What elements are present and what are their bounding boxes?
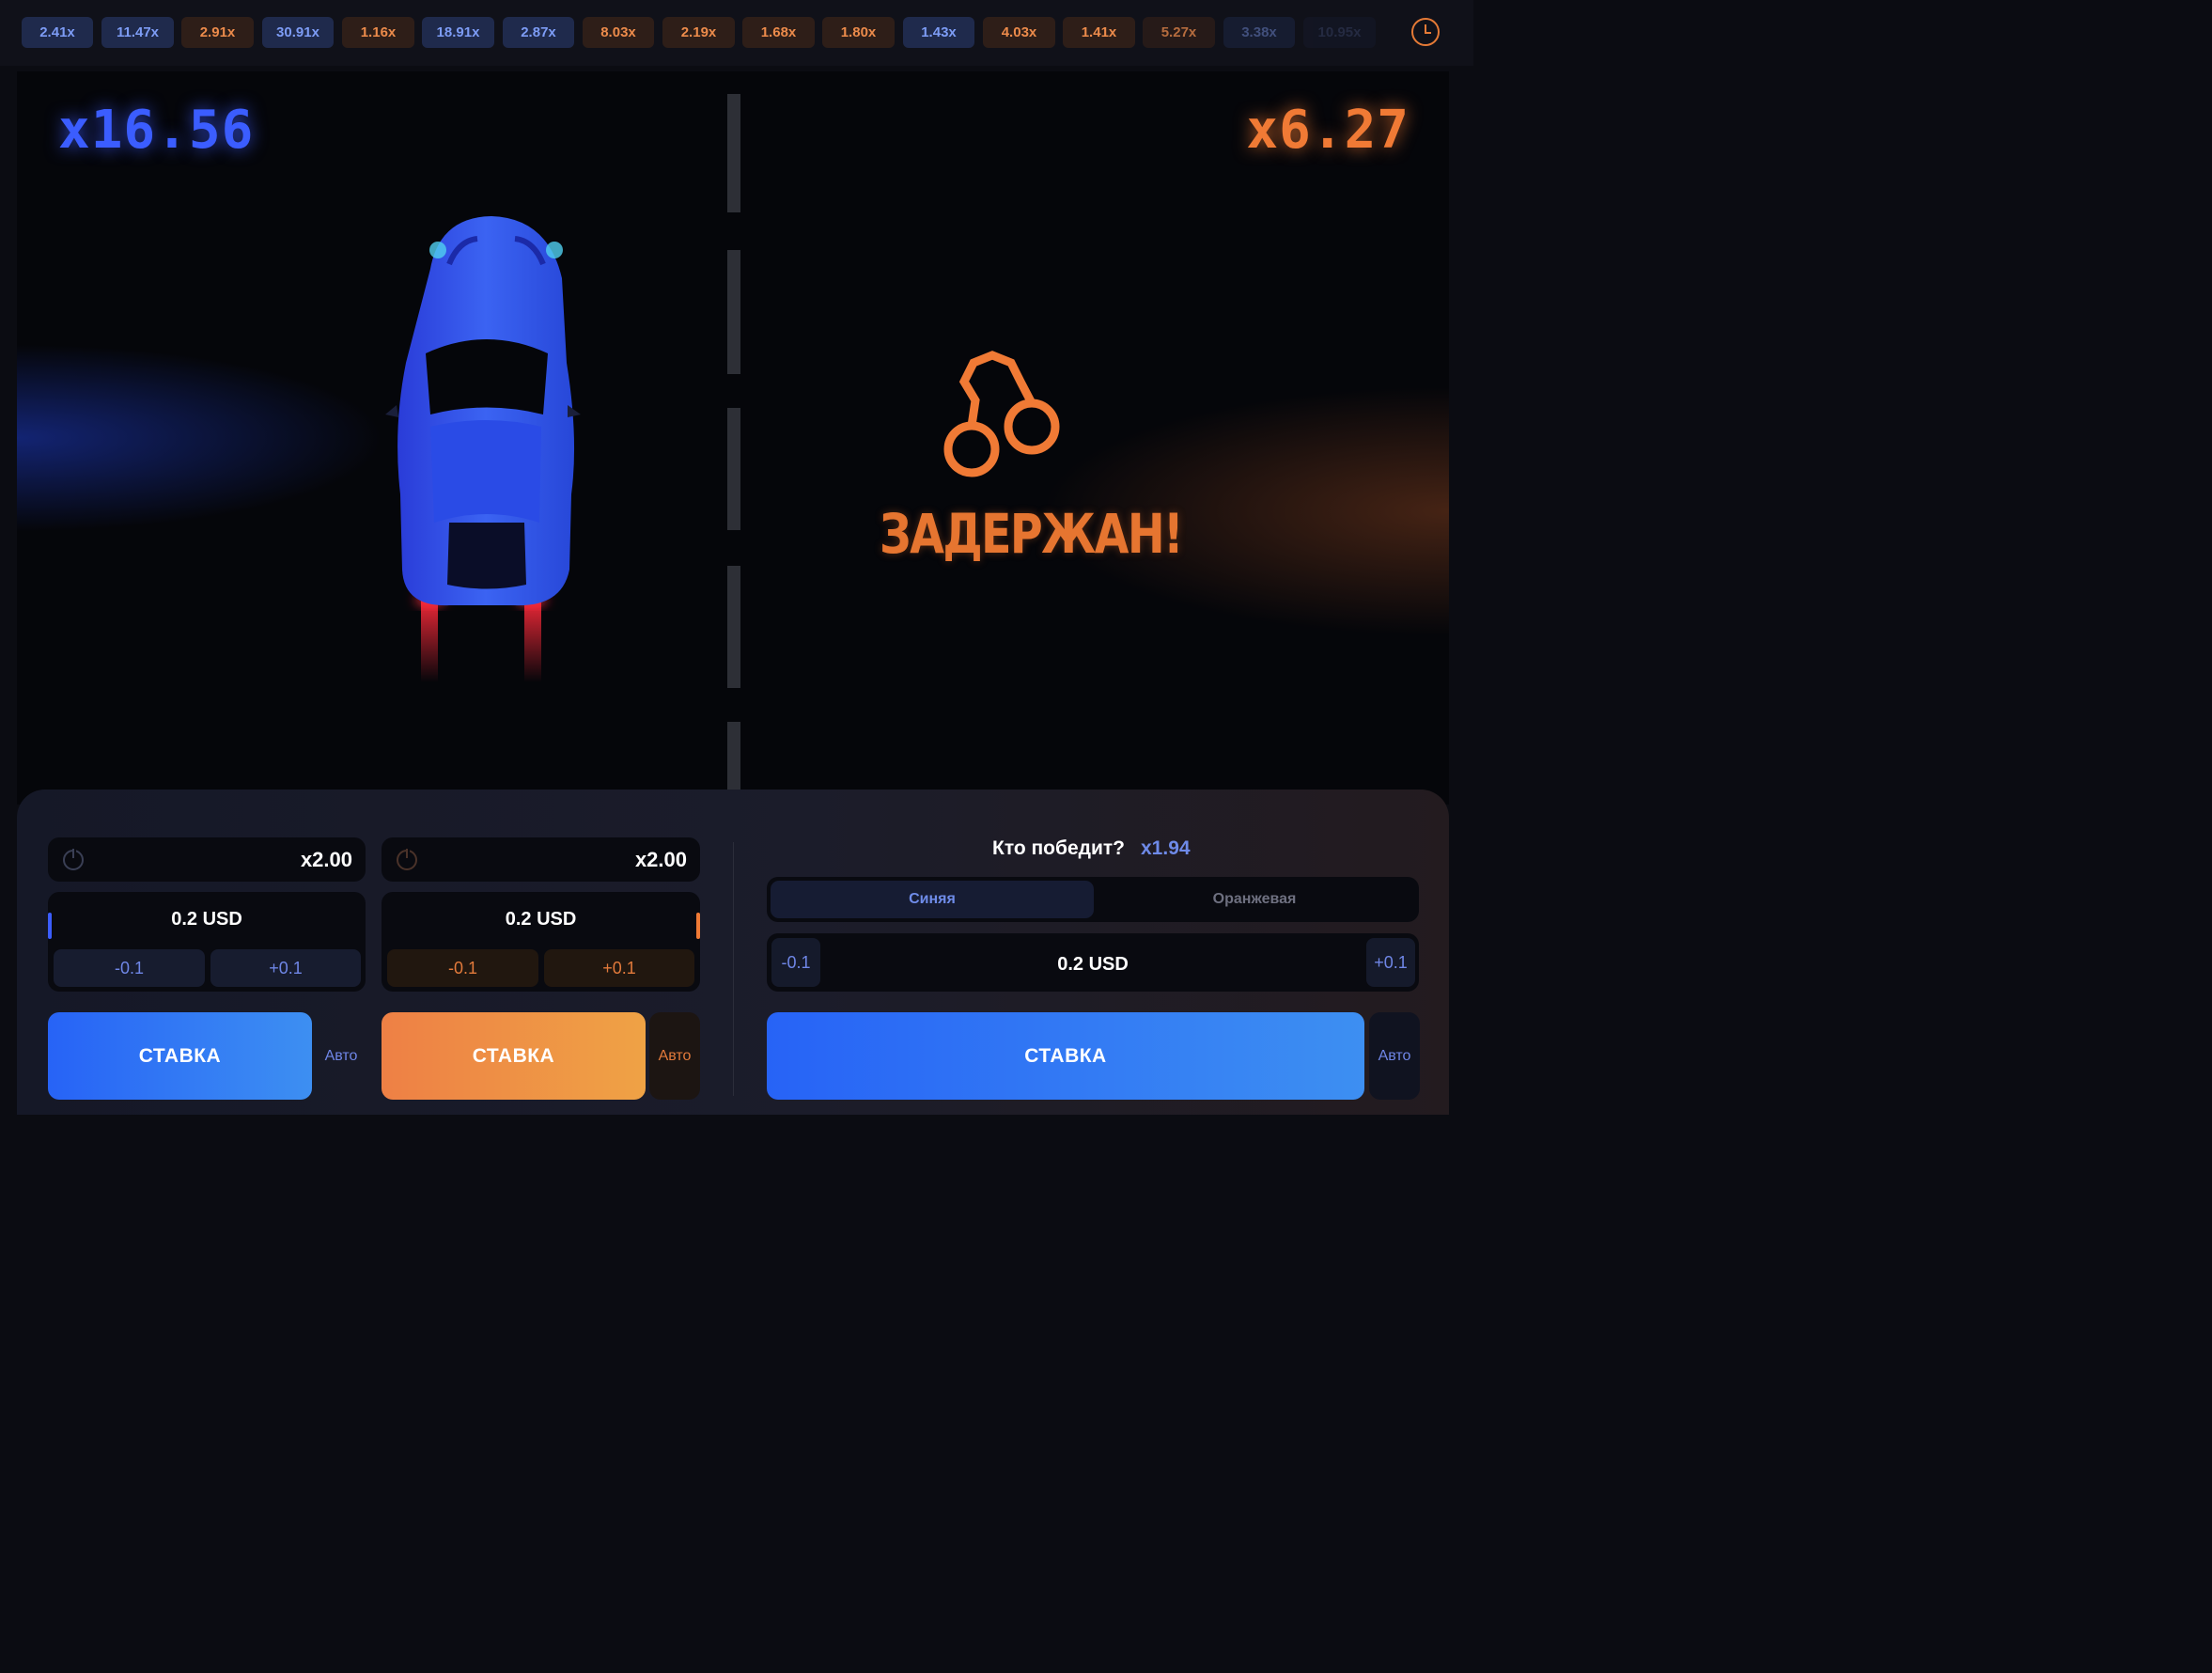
panel-divider	[733, 842, 734, 1096]
history-chip-value: 11.47x	[116, 24, 160, 40]
history-chip-value: 1.43x	[921, 24, 957, 40]
history-chip[interactable]: 2.41x	[22, 17, 93, 48]
history-chip[interactable]: 1.80x	[822, 17, 895, 48]
option-blue[interactable]: Синяя	[771, 881, 1094, 918]
arrested-status-text: ЗАДЕРЖАН!	[880, 502, 1184, 566]
history-chip-value: 30.91x	[276, 24, 319, 40]
blue-autocashout-field[interactable]: x2.00	[48, 837, 366, 882]
winner-increase-button[interactable]: +0.1	[1366, 938, 1415, 987]
decrease-label: -0.1	[114, 958, 145, 977]
history-chip[interactable]: 2.19x	[662, 17, 735, 48]
history-chip[interactable]: 1.43x	[903, 17, 974, 48]
blue-bet-amount[interactable]: 0.2 USD	[48, 909, 366, 930]
clock-icon[interactable]	[1411, 18, 1440, 46]
blue-car-multiplier: x16.56	[58, 100, 255, 161]
history-chip-value: 3.38x	[1241, 24, 1277, 40]
auto-label: Авто	[658, 1047, 692, 1064]
orange-bet-amount-box: 0.2 USD -0.1 +0.1	[382, 892, 700, 992]
increase-label: +0.1	[602, 958, 636, 977]
blue-bet-button[interactable]: СТАВКА	[48, 1012, 312, 1100]
lane-divider	[727, 250, 740, 374]
bet-button-label: СТАВКА	[472, 1044, 555, 1067]
history-chip[interactable]: 2.87x	[503, 17, 574, 48]
history-chip-value: 1.41x	[1081, 24, 1117, 40]
blue-auto-button[interactable]: Авто	[316, 1012, 366, 1100]
blue-decrease-button[interactable]: -0.1	[54, 949, 205, 987]
orange-bet-amount[interactable]: 0.2 USD	[382, 909, 700, 930]
orange-auto-button[interactable]: Авто	[649, 1012, 700, 1100]
winner-multiplier: x1.94	[1141, 837, 1191, 859]
orange-autocashout-value: x2.00	[634, 848, 687, 871]
history-chip[interactable]: 11.47x	[101, 17, 174, 48]
history-chip-value: 2.91x	[199, 24, 236, 40]
orange-increase-button[interactable]: +0.1	[544, 949, 694, 987]
option-orange[interactable]: Оранжевая	[1094, 881, 1415, 918]
history-chip[interactable]: 5.27x	[1143, 17, 1215, 48]
multiplier-history-bar: 2.41x 11.47x 2.91x 30.91x 1.16x 18.91x 2…	[0, 0, 1473, 66]
blue-bet-amount-box: 0.2 USD -0.1 +0.1	[48, 892, 366, 992]
winner-question: Кто победит?	[992, 837, 1126, 859]
increase-label: +0.1	[1374, 952, 1408, 972]
history-chip-value: 18.91x	[436, 24, 480, 40]
history-chip-value: 4.03x	[1001, 24, 1037, 40]
bet-button-label: СТАВКА	[1024, 1044, 1107, 1067]
orange-bet-button[interactable]: СТАВКА	[382, 1012, 646, 1100]
orange-autocashout-field[interactable]: x2.00	[382, 837, 700, 882]
blue-autocashout-value: x2.00	[300, 848, 352, 871]
power-icon[interactable]	[397, 847, 417, 870]
increase-label: +0.1	[269, 958, 303, 977]
handcuffs-icon	[943, 351, 1060, 477]
winner-amount-box: 0.2 USD	[767, 933, 1419, 992]
history-chip-value: 8.03x	[600, 24, 636, 40]
history-chip[interactable]: 10.95x	[1303, 17, 1376, 48]
lane-divider	[727, 566, 740, 688]
history-chip-value: 1.16x	[360, 24, 397, 40]
history-chip-value: 1.80x	[840, 24, 877, 40]
race-field: x16.56 x6.27 ЗАДЕРЖАН!	[17, 71, 1449, 805]
history-chip[interactable]: 18.91x	[422, 17, 494, 48]
winner-bet-amount[interactable]: 0.2 USD	[767, 954, 1419, 976]
history-chip-value: 5.27x	[1161, 24, 1197, 40]
lane-divider	[727, 408, 740, 530]
history-chip[interactable]: 1.41x	[1063, 17, 1135, 48]
auto-label: Авто	[324, 1047, 358, 1064]
orange-decrease-button[interactable]: -0.1	[387, 949, 538, 987]
lane-divider	[727, 94, 740, 212]
auto-label: Авто	[1378, 1047, 1411, 1064]
decrease-label: -0.1	[781, 952, 811, 972]
winner-selector: Синяя Оранжевая	[767, 877, 1419, 922]
history-chip-value: 1.68x	[760, 24, 797, 40]
history-chip[interactable]: 1.16x	[342, 17, 414, 48]
bet-button-label: СТАВКА	[138, 1044, 222, 1067]
power-icon[interactable]	[63, 847, 84, 870]
history-chip[interactable]: 8.03x	[583, 17, 654, 48]
orange-car-multiplier: x6.27	[1246, 100, 1410, 161]
history-chip[interactable]: 4.03x	[983, 17, 1055, 48]
history-chip-value: 2.87x	[521, 24, 556, 40]
blue-increase-button[interactable]: +0.1	[210, 949, 361, 987]
history-chip[interactable]: 1.68x	[742, 17, 815, 48]
history-chip[interactable]: 2.91x	[181, 17, 254, 48]
history-chip-value: 2.19x	[680, 24, 717, 40]
history-chip[interactable]: 3.38x	[1223, 17, 1295, 48]
winner-bet-button[interactable]: СТАВКА	[767, 1012, 1364, 1100]
winner-auto-button[interactable]: Авто	[1369, 1012, 1420, 1100]
decrease-label: -0.1	[447, 958, 478, 977]
history-chip[interactable]: 30.91x	[262, 17, 334, 48]
history-chip-value: 2.41x	[39, 24, 75, 40]
history-chip-value: 10.95x	[1317, 24, 1362, 40]
blue-car	[385, 216, 581, 682]
winner-decrease-button[interactable]: -0.1	[771, 938, 820, 987]
